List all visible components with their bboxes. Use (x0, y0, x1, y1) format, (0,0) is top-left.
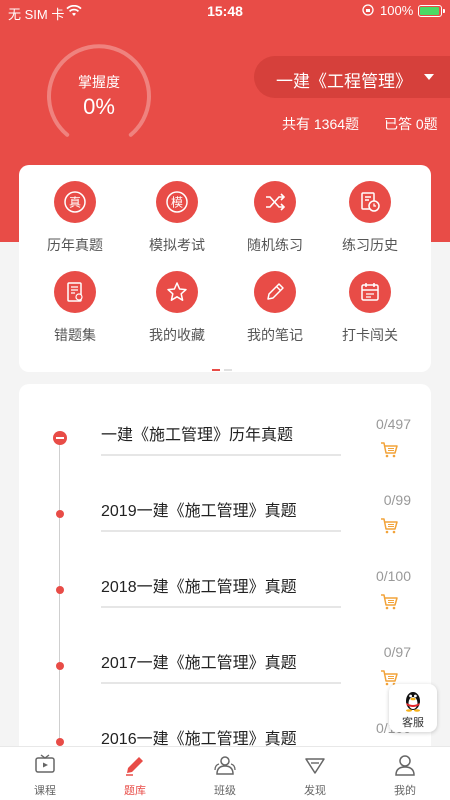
mastery-label: 掌握度 (78, 74, 120, 90)
tab-label: 班级 (214, 785, 236, 797)
timeline-dot (56, 510, 64, 518)
star-icon (156, 271, 198, 313)
feature-practice-history[interactable]: 练习历史 (320, 181, 420, 261)
feature-label: 模拟考试 (149, 237, 205, 253)
battery-icon (418, 5, 445, 17)
feature-wrong-questions[interactable]: 错题集 (25, 271, 125, 351)
history-icon (349, 181, 391, 223)
tab-discover[interactable]: 发现 (270, 747, 360, 800)
tab-label: 课程 (34, 785, 56, 797)
wrong-book-icon (54, 271, 96, 313)
divider (101, 454, 341, 456)
pencil-icon (124, 754, 146, 776)
customer-service-button[interactable]: 客服 (389, 684, 437, 732)
service-label: 客服 (402, 717, 424, 729)
bottom-tab-bar: 课程 题库 班级 发现 我的 (0, 746, 450, 800)
subject-name: 一建《工程管理》 (276, 72, 412, 91)
list-item[interactable]: 2018一建《施工管理》真题 0/100 (19, 562, 431, 638)
tab-classes[interactable]: 班级 (180, 747, 270, 800)
status-bar: 无 SIM 卡 15:48 100% (0, 0, 450, 24)
mastery-gauge: 掌握度 0% (44, 40, 154, 150)
tab-question-bank[interactable]: 题库 (90, 747, 180, 800)
timeline-dot (56, 586, 64, 594)
feature-label: 练习历史 (342, 237, 398, 253)
battery-percent: 100% (380, 3, 414, 18)
answered-count: 已答 0题 (384, 116, 438, 132)
rotation-lock-icon (362, 4, 374, 19)
mo-icon: 模 (156, 181, 198, 223)
feature-checkin[interactable]: 打卡闯关 (320, 271, 420, 351)
user-icon (394, 754, 416, 776)
exam-progress: 0/97 (383, 644, 411, 660)
feature-label: 我的收藏 (149, 327, 205, 343)
exam-title: 一建《施工管理》历年真题 (101, 427, 294, 444)
divider (101, 682, 341, 684)
shuffle-icon (254, 181, 296, 223)
divider (101, 530, 341, 532)
tv-icon (34, 754, 56, 776)
feature-label: 我的笔记 (247, 327, 303, 343)
calendar-icon (349, 271, 391, 313)
tab-courses[interactable]: 课程 (0, 747, 90, 800)
exam-progress: 0/99 (383, 492, 411, 508)
tab-label: 我的 (394, 785, 416, 797)
total-count: 共有 1364题 (282, 116, 360, 132)
feature-label: 历年真题 (47, 237, 103, 253)
page-dot (224, 369, 232, 371)
timeline-dot (56, 662, 64, 670)
exam-title: 2019一建《施工管理》真题 (101, 503, 297, 520)
zhen-icon: 真 (54, 181, 96, 223)
exam-progress: 0/497 (375, 416, 411, 432)
exam-progress: 0/100 (375, 568, 411, 584)
svg-text:真: 真 (69, 196, 81, 210)
divider (101, 606, 341, 608)
pencil-icon (254, 271, 296, 313)
cart-icon[interactable] (380, 518, 398, 539)
svg-text:模: 模 (171, 196, 183, 210)
cart-icon[interactable] (380, 594, 398, 615)
page-indicator (212, 358, 236, 376)
feature-past-exams[interactable]: 真 历年真题 (25, 181, 125, 261)
tab-label: 题库 (124, 785, 146, 797)
exam-title: 2017一建《施工管理》真题 (101, 655, 297, 672)
timeline-dot (56, 738, 64, 746)
feature-random-practice[interactable]: 随机练习 (225, 181, 325, 261)
cart-icon[interactable] (380, 442, 398, 463)
feature-favorites[interactable]: 我的收藏 (127, 271, 227, 351)
subject-selector[interactable]: 一建《工程管理》 (254, 56, 450, 98)
list-item[interactable]: 2017一建《施工管理》真题 0/97 (19, 638, 431, 714)
exam-list: 一建《施工管理》历年真题 0/497 2019一建《施工管理》真题 0/99 2… (19, 384, 431, 764)
mastery-value: 0% (83, 94, 115, 119)
tab-profile[interactable]: 我的 (360, 747, 450, 800)
exam-title: 2018一建《施工管理》真题 (101, 579, 297, 596)
feature-label: 错题集 (54, 327, 96, 343)
page-dot-active (212, 369, 220, 371)
feature-mock-exam[interactable]: 模 模拟考试 (127, 181, 227, 261)
chevron-down-icon (424, 74, 434, 80)
list-item[interactable]: 2019一建《施工管理》真题 0/99 (19, 486, 431, 562)
feature-label: 打卡闯关 (342, 327, 398, 343)
feature-label: 随机练习 (247, 237, 303, 253)
discover-icon (304, 754, 326, 776)
feature-notes[interactable]: 我的笔记 (225, 271, 325, 351)
list-item[interactable]: 一建《施工管理》历年真题 0/497 (19, 410, 431, 486)
qq-penguin-icon (403, 688, 423, 717)
feature-grid: 真 历年真题 模 模拟考试 随机练习 练习历史 错题集 我的收藏 我的笔记 打卡… (19, 165, 431, 372)
collapse-icon[interactable] (53, 431, 67, 445)
group-icon (214, 754, 236, 776)
tab-label: 发现 (304, 785, 326, 797)
